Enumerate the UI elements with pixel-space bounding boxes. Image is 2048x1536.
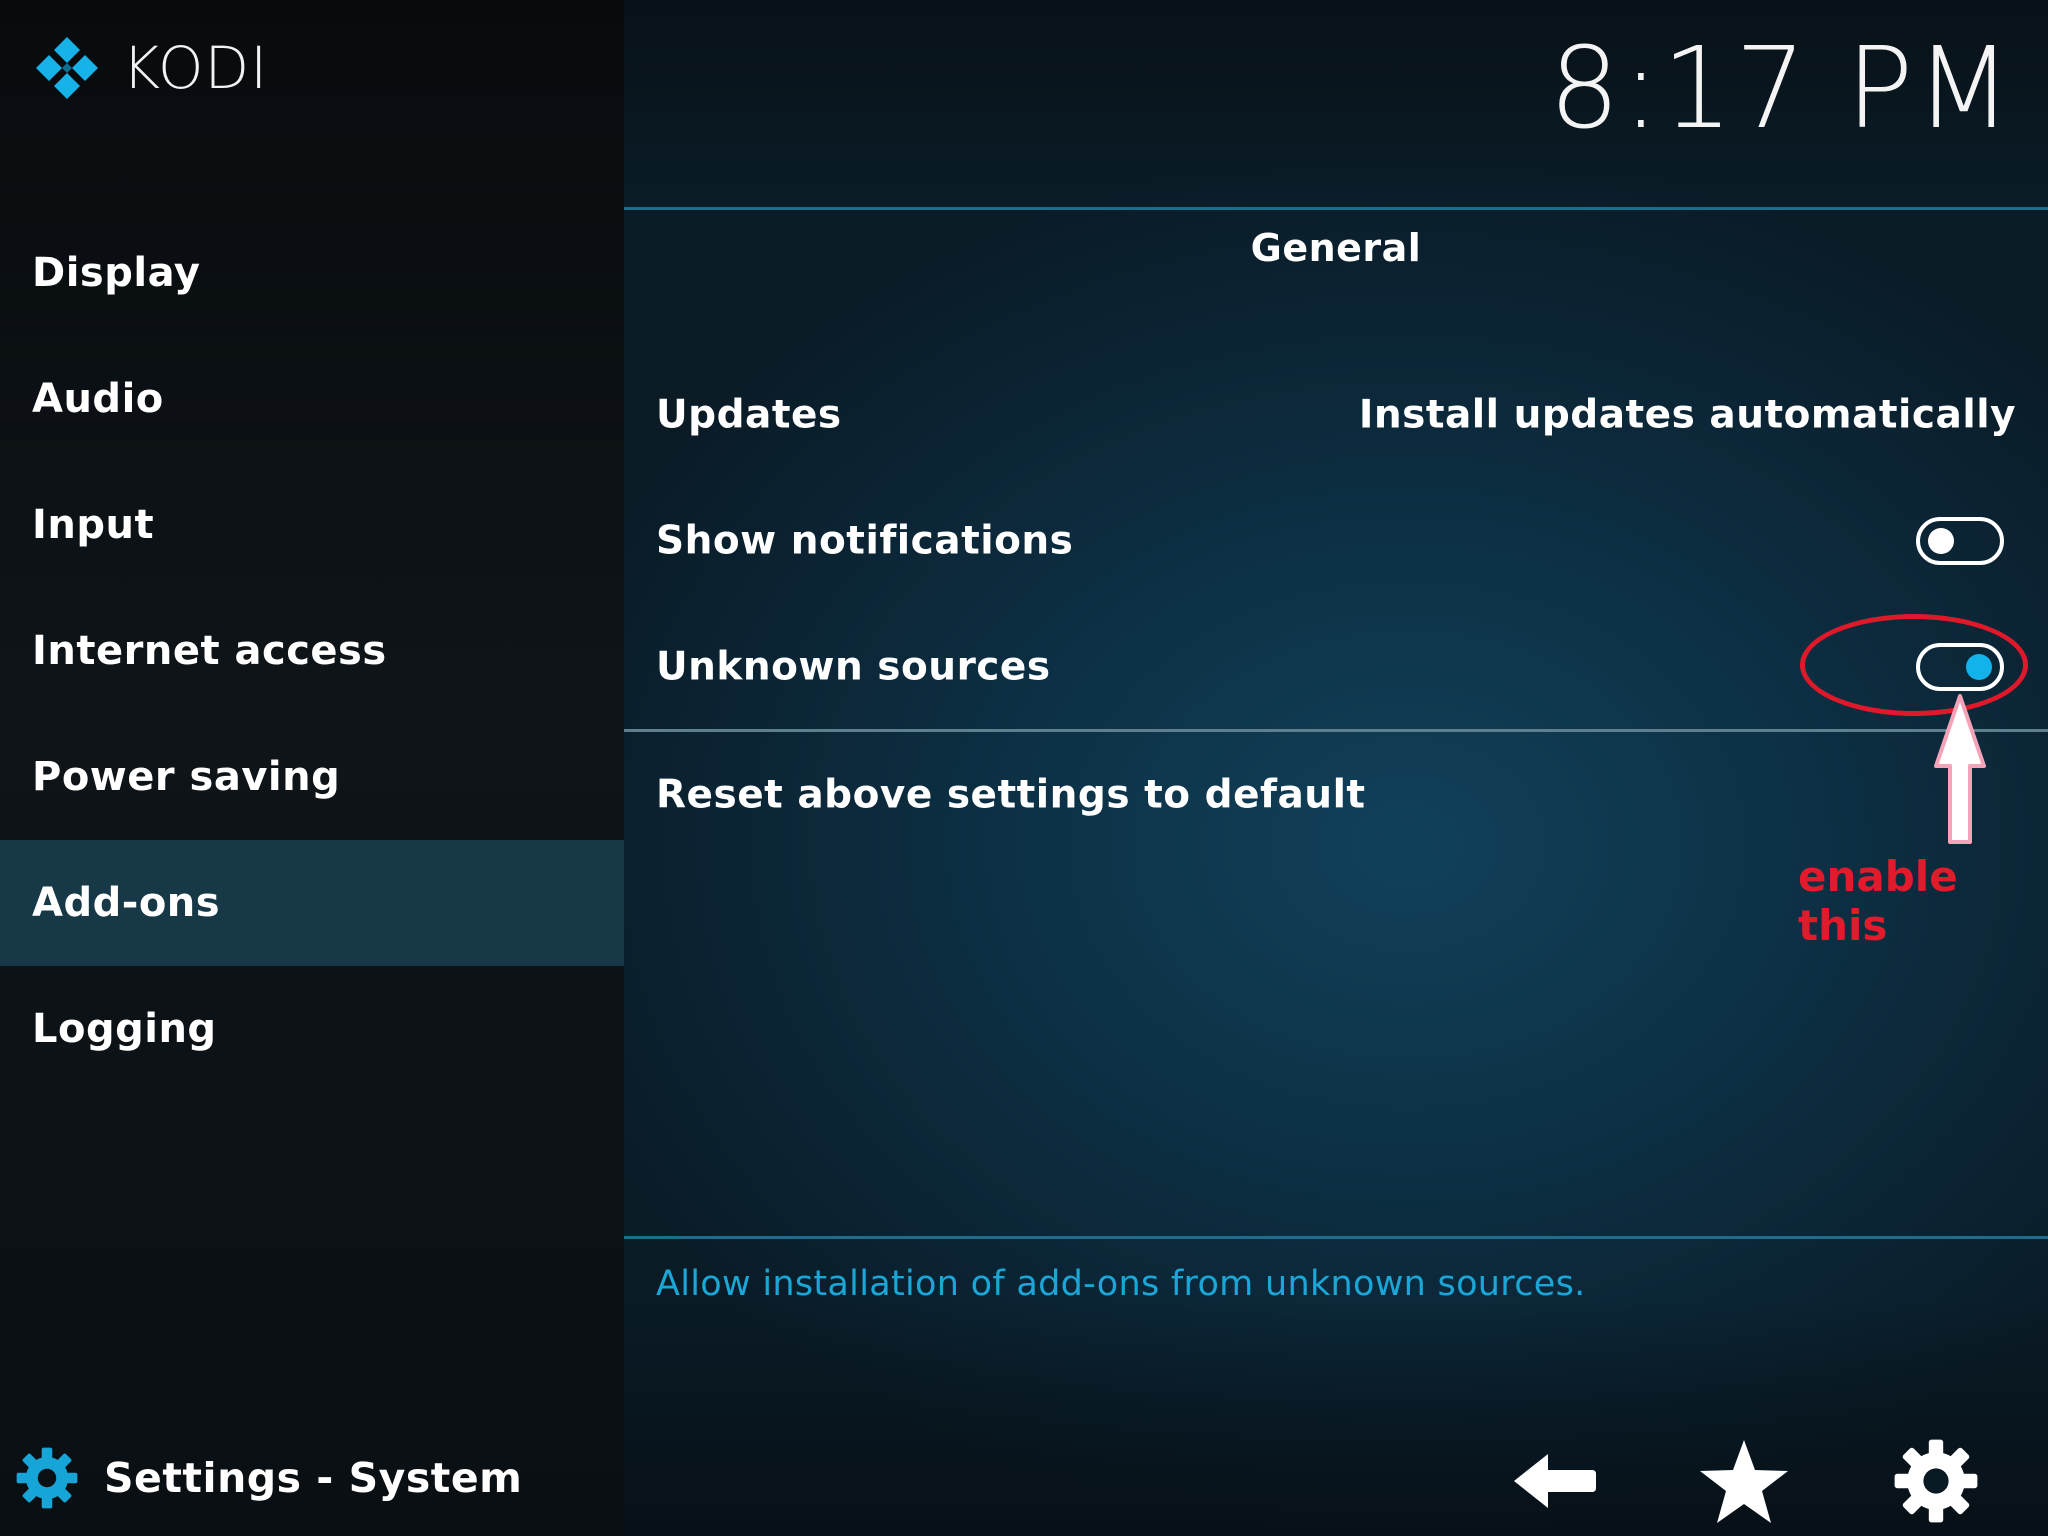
setting-label: Show notifications <box>656 518 1074 564</box>
favourites-star-icon[interactable] <box>1696 1436 1792 1526</box>
gear-icon <box>16 1447 78 1509</box>
sidebar-item-label: Internet access <box>32 628 387 674</box>
back-arrow-icon[interactable] <box>1506 1436 1602 1526</box>
sidebar-item-logging[interactable]: Logging <box>0 966 624 1092</box>
kodi-logo: KODI <box>34 34 269 102</box>
sidebar-item-display[interactable]: Display <box>0 210 624 336</box>
annotation-up-arrow-icon <box>1934 694 1986 844</box>
breadcrumb: Settings - System <box>14 1438 522 1518</box>
annotation-label: enable this <box>1798 852 1958 950</box>
clock: 8:17 PM <box>1548 24 2014 154</box>
setting-label: Unknown sources <box>656 644 1051 690</box>
divider <box>624 207 2048 210</box>
sidebar-item-add-ons[interactable]: Add-ons <box>0 840 624 966</box>
sidebar-item-label: Audio <box>32 376 164 422</box>
setting-updates[interactable]: Updates Install updates automatically <box>624 360 2048 470</box>
section-title: General <box>1250 226 1422 270</box>
sidebar-item-internet-access[interactable]: Internet access <box>0 588 624 714</box>
sidebar-item-label: Input <box>32 502 155 548</box>
setting-label: Updates <box>656 392 842 438</box>
sidebar-item-label: Power saving <box>32 754 341 800</box>
sidebar-item-audio[interactable]: Audio <box>0 336 624 462</box>
settings-gear-icon[interactable] <box>1888 1436 1984 1526</box>
sidebar-item-input[interactable]: Input <box>0 462 624 588</box>
setting-value: Install updates automatically <box>1358 392 2016 438</box>
setting-reset-defaults[interactable]: Reset above settings to default <box>624 740 2048 850</box>
sidebar: KODI Display Audio Input Internet access… <box>0 0 624 1536</box>
brand-name: KODI <box>122 34 269 102</box>
divider <box>624 729 2048 732</box>
toggle-knob <box>1928 528 1954 554</box>
sidebar-item-label: Logging <box>32 1006 217 1052</box>
setting-label: Reset above settings to default <box>656 772 1366 818</box>
settings-panel: 8:17 PM General Updates Install updates … <box>624 0 2048 1536</box>
annotation-highlight-ellipse <box>1800 614 2028 716</box>
setting-show-notifications[interactable]: Show notifications <box>624 486 2048 596</box>
sidebar-item-label: Add-ons <box>32 880 221 926</box>
show-notifications-toggle[interactable] <box>1916 517 2004 565</box>
kodi-logo-icon <box>36 37 98 99</box>
setting-description: Allow installation of add-ons from unkno… <box>656 1264 1586 1304</box>
sidebar-item-label: Display <box>32 250 201 296</box>
sidebar-item-power-saving[interactable]: Power saving <box>0 714 624 840</box>
divider <box>624 1236 2048 1239</box>
breadcrumb-label: Settings - System <box>104 1454 523 1502</box>
